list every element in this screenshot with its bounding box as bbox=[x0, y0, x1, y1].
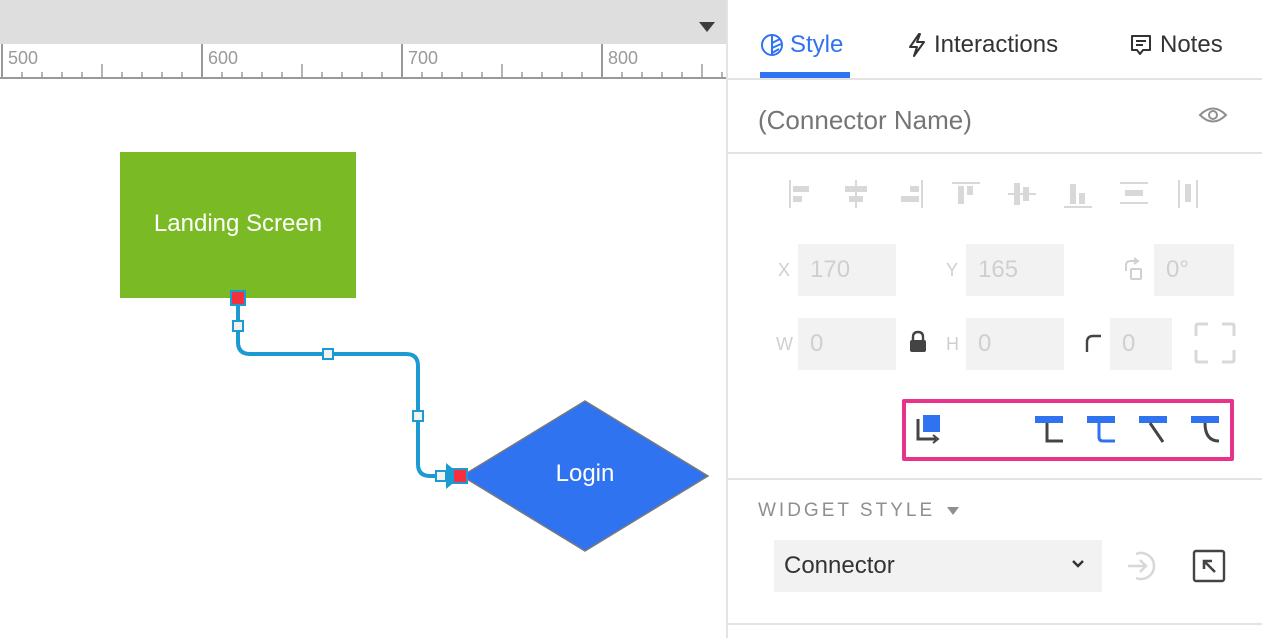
tab-notes[interactable]: Notes bbox=[1128, 28, 1223, 62]
tab-label: Interactions bbox=[934, 31, 1059, 58]
connector-end-point[interactable] bbox=[452, 468, 468, 484]
inspector-panel: Style Interactions Notes (Connector Name… bbox=[728, 0, 1262, 638]
rotation-input[interactable]: 0° bbox=[1154, 244, 1234, 296]
align-center-icon[interactable] bbox=[838, 178, 874, 216]
widget-style-header[interactable]: WIDGET STYLE bbox=[758, 500, 960, 522]
tab-style[interactable]: Style bbox=[760, 28, 843, 62]
app-window: 500 600 700 800 Landing Screen Login Sty… bbox=[0, 0, 1262, 638]
y-input[interactable]: 165 bbox=[966, 244, 1064, 296]
section-divider bbox=[728, 478, 1262, 480]
tab-interactions[interactable]: Interactions bbox=[906, 28, 1058, 62]
widget-style-value: Connector bbox=[784, 552, 895, 579]
edit-style-icon[interactable] bbox=[1192, 549, 1226, 583]
ruler-label: 700 bbox=[408, 48, 439, 68]
canvas-toolbar bbox=[0, 0, 727, 44]
caret-down-icon bbox=[947, 507, 960, 515]
connector-line[interactable] bbox=[236, 298, 450, 478]
connector-handle[interactable] bbox=[232, 320, 244, 332]
widget-style-title: WIDGET STYLE bbox=[758, 500, 936, 521]
x-input[interactable]: 170 bbox=[798, 244, 896, 296]
tab-label: Notes bbox=[1160, 31, 1223, 58]
fit-frame-icon[interactable] bbox=[1194, 322, 1236, 364]
connector-start-point[interactable] bbox=[230, 290, 246, 306]
ruler-label: 800 bbox=[608, 48, 639, 68]
ruler-label: 600 bbox=[208, 48, 239, 68]
align-right-icon[interactable] bbox=[892, 178, 928, 216]
w-label: W bbox=[776, 334, 793, 354]
connector-handle[interactable] bbox=[435, 470, 447, 482]
inspector-tabs: Style Interactions Notes bbox=[728, 0, 1262, 80]
landing-screen-shape[interactable] bbox=[120, 152, 356, 298]
x-label: X bbox=[778, 260, 791, 280]
apply-style-icon[interactable] bbox=[1124, 548, 1160, 584]
ruler-label: 500 bbox=[8, 48, 39, 68]
connector-name-input[interactable] bbox=[758, 100, 1178, 140]
arrow-style-icon[interactable] bbox=[914, 413, 946, 445]
rotation-icon bbox=[1125, 257, 1142, 280]
name-row bbox=[728, 80, 1262, 154]
elbow-connector-icon[interactable] bbox=[1034, 413, 1066, 445]
horizontal-ruler[interactable]: 500 600 700 800 bbox=[0, 44, 727, 80]
chevron-down-icon bbox=[1072, 560, 1084, 568]
diagram bbox=[120, 152, 710, 552]
alignment-toolbar bbox=[728, 178, 1262, 218]
align-middle-icon[interactable] bbox=[1004, 178, 1040, 216]
canvas-area[interactable]: 500 600 700 800 Landing Screen Login bbox=[0, 0, 727, 638]
straight-connector-icon[interactable] bbox=[1138, 413, 1170, 445]
distribute-horizontal-icon[interactable] bbox=[1172, 178, 1208, 216]
connector-handle[interactable] bbox=[322, 348, 334, 360]
login-shape[interactable] bbox=[460, 400, 710, 552]
y-label: Y bbox=[946, 260, 959, 280]
corner-radius-input[interactable]: 0 bbox=[1110, 318, 1172, 370]
connector-style-highlight bbox=[902, 399, 1234, 461]
rounded-elbow-connector-icon[interactable] bbox=[1086, 413, 1118, 445]
curved-connector-icon[interactable] bbox=[1190, 413, 1222, 445]
active-tab-indicator bbox=[760, 72, 850, 78]
width-input[interactable]: 0 bbox=[798, 318, 896, 370]
h-label: H bbox=[946, 334, 959, 354]
notes-icon bbox=[1131, 35, 1151, 55]
lock-icon[interactable] bbox=[908, 330, 928, 354]
dropdown-caret-icon[interactable] bbox=[699, 22, 715, 32]
height-input[interactable]: 0 bbox=[966, 318, 1064, 370]
connector-handle[interactable] bbox=[412, 410, 424, 422]
widget-style-select[interactable]: Connector bbox=[774, 540, 1102, 592]
section-divider bbox=[728, 623, 1262, 625]
tab-label: Style bbox=[790, 31, 844, 58]
eye-icon[interactable] bbox=[1198, 104, 1228, 126]
corner-radius-icon bbox=[1085, 334, 1101, 352]
align-left-icon[interactable] bbox=[784, 178, 820, 216]
lightning-icon bbox=[909, 33, 925, 57]
leaf-icon bbox=[761, 34, 783, 56]
distribute-vertical-icon[interactable] bbox=[1116, 178, 1152, 216]
align-bottom-icon[interactable] bbox=[1060, 178, 1096, 216]
align-top-icon[interactable] bbox=[948, 178, 984, 216]
